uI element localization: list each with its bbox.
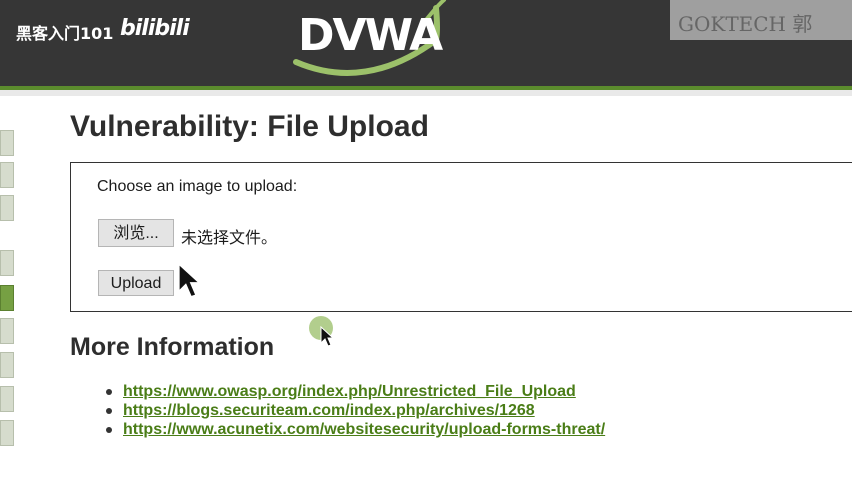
sidebar-item[interactable]: [0, 318, 14, 344]
list-item: https://www.owasp.org/index.php/Unrestri…: [104, 382, 605, 401]
sidebar-item[interactable]: [0, 195, 14, 221]
upload-button[interactable]: Upload: [98, 270, 174, 296]
acunetix-link[interactable]: https://www.acunetix.com/websitesecurity…: [123, 421, 605, 438]
sidebar-item[interactable]: [0, 420, 14, 446]
sidebar-item[interactable]: [0, 162, 14, 188]
watermark-text: 黑客入门101: [16, 24, 114, 43]
sidebar-item[interactable]: [0, 386, 14, 412]
list-item: https://blogs.securiteam.com/index.php/a…: [104, 401, 605, 420]
bilibili-logo: bilibili: [120, 16, 190, 41]
header-bar: 黑客入门101 bilibili DVWA GOKTECH 郭: [0, 0, 852, 86]
dvwa-logo-text: DVWA: [298, 10, 443, 61]
brand-watermark: GOKTECH 郭: [670, 0, 852, 40]
sidebar-item-active[interactable]: [0, 285, 14, 311]
owasp-link[interactable]: https://www.owasp.org/index.php/Unrestri…: [123, 383, 576, 400]
more-info-title: More Information: [70, 333, 275, 361]
arrow-cursor-small-icon: [320, 326, 335, 347]
header-shade: [0, 90, 852, 96]
arrow-cursor-icon: [177, 262, 202, 299]
securiteam-link[interactable]: https://blogs.securiteam.com/index.php/a…: [123, 402, 535, 419]
brand-text: GOKTECH 郭: [678, 12, 813, 36]
more-info-links: https://www.owasp.org/index.php/Unrestri…: [104, 382, 605, 439]
sidebar-item[interactable]: [0, 250, 14, 276]
list-item: https://www.acunetix.com/websitesecurity…: [104, 420, 605, 439]
browse-file-button[interactable]: 浏览...: [98, 219, 174, 247]
sidebar-item[interactable]: [0, 352, 14, 378]
sidebar-item[interactable]: [0, 130, 14, 156]
page-title: Vulnerability: File Upload: [70, 110, 429, 143]
upload-prompt: Choose an image to upload:: [97, 178, 298, 195]
file-status-text: 未选择文件。: [181, 228, 278, 247]
